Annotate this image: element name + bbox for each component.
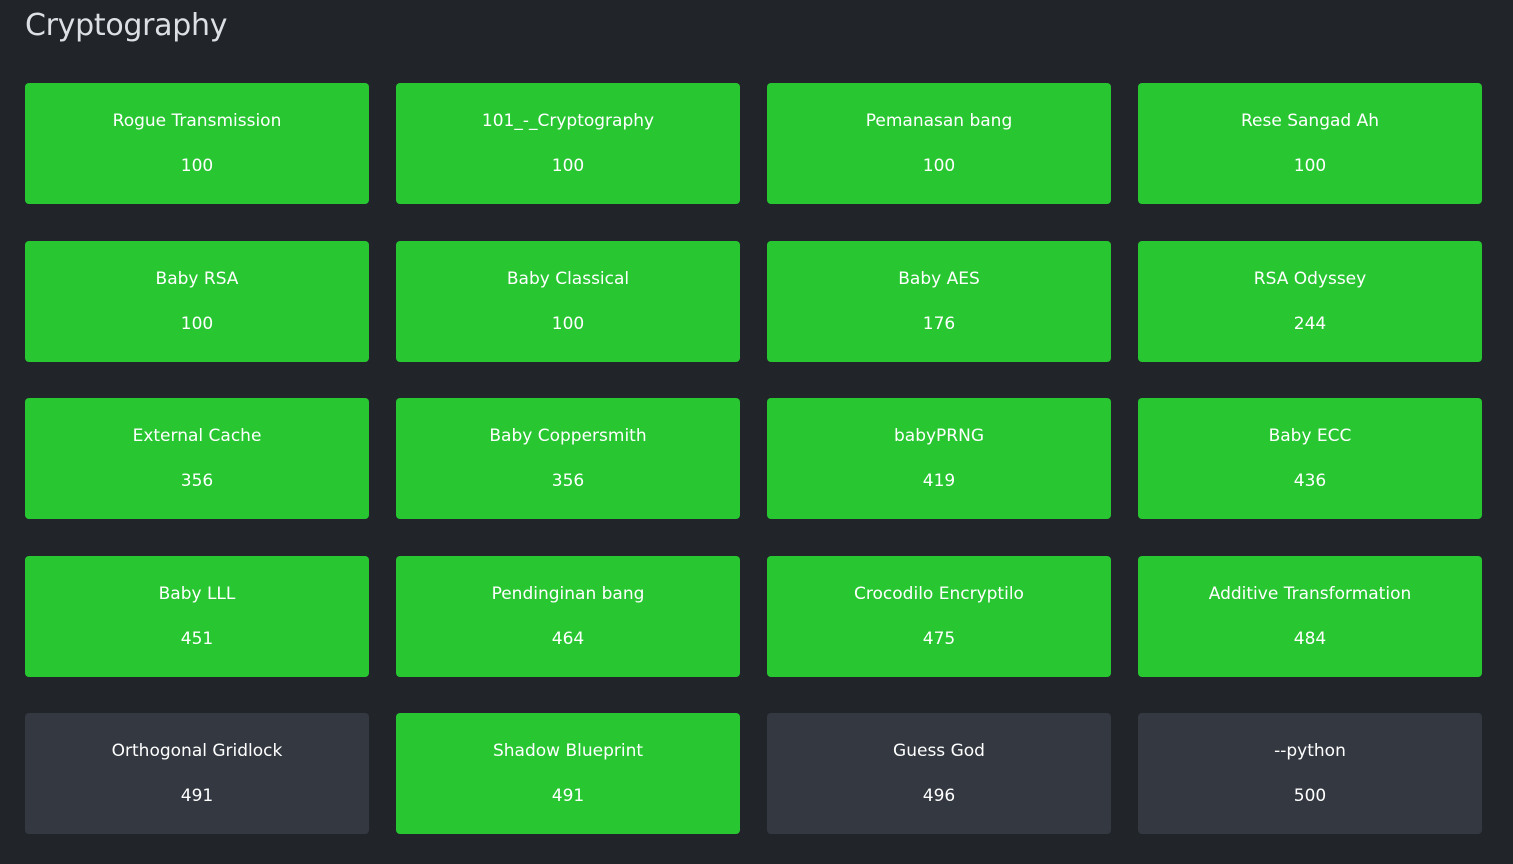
challenge-points: 100 [1293, 156, 1327, 176]
challenge-points: 100 [180, 313, 214, 334]
challenge-card[interactable]: Baby LLL 451 [25, 555, 369, 677]
challenge-name: Baby AES [898, 268, 980, 289]
challenge-card[interactable]: Rese Sangad Ah 100 [1138, 83, 1482, 204]
challenge-card[interactable]: Pemanasan bang 100 [767, 83, 1111, 204]
challenge-points: 356 [180, 471, 214, 491]
challenge-name: Baby ECC [1268, 426, 1352, 446]
challenge-name: Rogue Transmission [112, 111, 282, 131]
challenge-points: 100 [180, 156, 214, 176]
challenge-name: babyPRNG [893, 426, 984, 446]
challenge-points: 451 [180, 628, 214, 649]
challenge-name: Pendinginan bang [491, 583, 645, 604]
challenge-points: 464 [551, 628, 585, 649]
challenge-points: 100 [551, 156, 585, 176]
challenge-points: 484 [1293, 628, 1327, 649]
challenge-points: 500 [1293, 786, 1327, 806]
challenge-points: 100 [922, 156, 956, 176]
challenge-name: Crocodilo Encryptilo [854, 583, 1024, 604]
challenge-points: 100 [551, 313, 585, 334]
challenge-points: 496 [922, 786, 956, 806]
challenge-card[interactable]: Rogue Transmission 100 [25, 83, 369, 204]
challenge-points: 475 [922, 628, 956, 649]
challenge-name: Shadow Blueprint [492, 741, 644, 761]
challenge-card[interactable]: RSA Odyssey 244 [1138, 240, 1482, 362]
challenge-card[interactable]: Baby Classical 100 [396, 240, 740, 362]
challenge-card[interactable]: Orthogonal Gridlock 491 [25, 713, 369, 834]
challenge-name: Rese Sangad Ah [1240, 111, 1380, 131]
challenge-card[interactable]: 101_-_Cryptography 100 [396, 83, 740, 204]
challenge-card[interactable]: Guess God 496 [767, 713, 1111, 834]
challenge-card[interactable]: Baby Coppersmith 356 [396, 398, 740, 519]
challenge-card[interactable]: Crocodilo Encryptilo 475 [767, 555, 1111, 677]
challenge-name: Orthogonal Gridlock [111, 741, 283, 761]
category-title: Cryptography [25, 8, 228, 43]
challenge-grid: Rogue Transmission 100 101_-_Cryptograph… [25, 83, 1482, 834]
challenge-name: Baby RSA [155, 268, 239, 289]
challenge-name: Baby Classical [506, 268, 630, 289]
challenge-card[interactable]: Pendinginan bang 464 [396, 555, 740, 677]
challenge-name: Baby LLL [158, 583, 236, 604]
challenge-name: External Cache [132, 426, 262, 446]
challenge-points: 491 [551, 786, 585, 806]
challenge-card[interactable]: Baby RSA 100 [25, 240, 369, 362]
challenge-points: 176 [922, 313, 956, 334]
challenge-card[interactable]: --python 500 [1138, 713, 1482, 834]
challenge-card[interactable]: babyPRNG 419 [767, 398, 1111, 519]
challenge-card[interactable]: External Cache 356 [25, 398, 369, 519]
challenge-points: 419 [922, 471, 956, 491]
challenge-name: --python [1274, 741, 1346, 761]
challenge-name: 101_-_Cryptography [481, 111, 655, 131]
challenge-name: RSA Odyssey [1253, 268, 1367, 289]
challenge-name: Baby Coppersmith [489, 426, 647, 446]
challenge-points: 491 [180, 786, 214, 806]
challenge-name: Pemanasan bang [865, 111, 1013, 131]
challenge-name: Additive Transformation [1208, 583, 1412, 604]
challenge-points: 436 [1293, 471, 1327, 491]
challenge-name: Guess God [893, 741, 985, 761]
challenge-card[interactable]: Additive Transformation 484 [1138, 555, 1482, 677]
challenge-points: 356 [551, 471, 585, 491]
challenge-card[interactable]: Baby ECC 436 [1138, 398, 1482, 519]
challenge-points: 244 [1293, 313, 1327, 334]
challenge-card[interactable]: Baby AES 176 [767, 240, 1111, 362]
challenge-card[interactable]: Shadow Blueprint 491 [396, 713, 740, 834]
